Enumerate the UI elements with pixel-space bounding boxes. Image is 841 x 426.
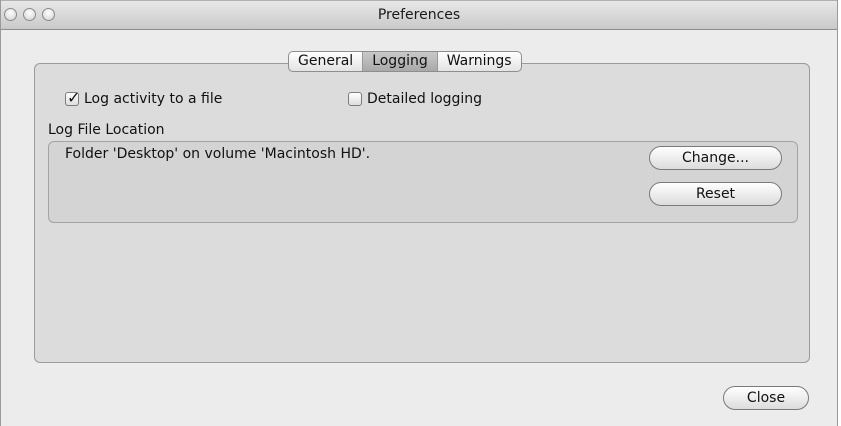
preferences-window: Preferences General Logging Warnings ✓ L…	[0, 0, 838, 426]
log-to-file-label: Log activity to a file	[84, 91, 223, 107]
detailed-logging-checkbox[interactable]	[348, 92, 362, 106]
log-to-file-option[interactable]: ✓ Log activity to a file	[65, 88, 223, 107]
detailed-logging-option[interactable]: Detailed logging	[348, 91, 482, 107]
window-title: Preferences	[377, 7, 461, 23]
tab-warnings[interactable]: Warnings	[438, 52, 521, 71]
change-button[interactable]: Change...	[649, 146, 782, 170]
detailed-logging-label: Detailed logging	[367, 91, 483, 107]
tab-bar: General Logging Warnings	[288, 51, 522, 72]
log-file-location-label: Log File Location	[48, 122, 165, 138]
checkmark-icon: ✓	[67, 88, 81, 107]
reset-button[interactable]: Reset	[649, 182, 782, 206]
tab-general[interactable]: General	[289, 52, 364, 71]
log-to-file-checkbox[interactable]: ✓	[65, 88, 80, 107]
tab-logging[interactable]: Logging	[363, 52, 438, 71]
close-button[interactable]: Close	[723, 386, 809, 410]
log-file-location-value: Folder 'Desktop' on volume 'Macintosh HD…	[65, 146, 371, 162]
title-bar: Preferences	[1, 0, 837, 30]
